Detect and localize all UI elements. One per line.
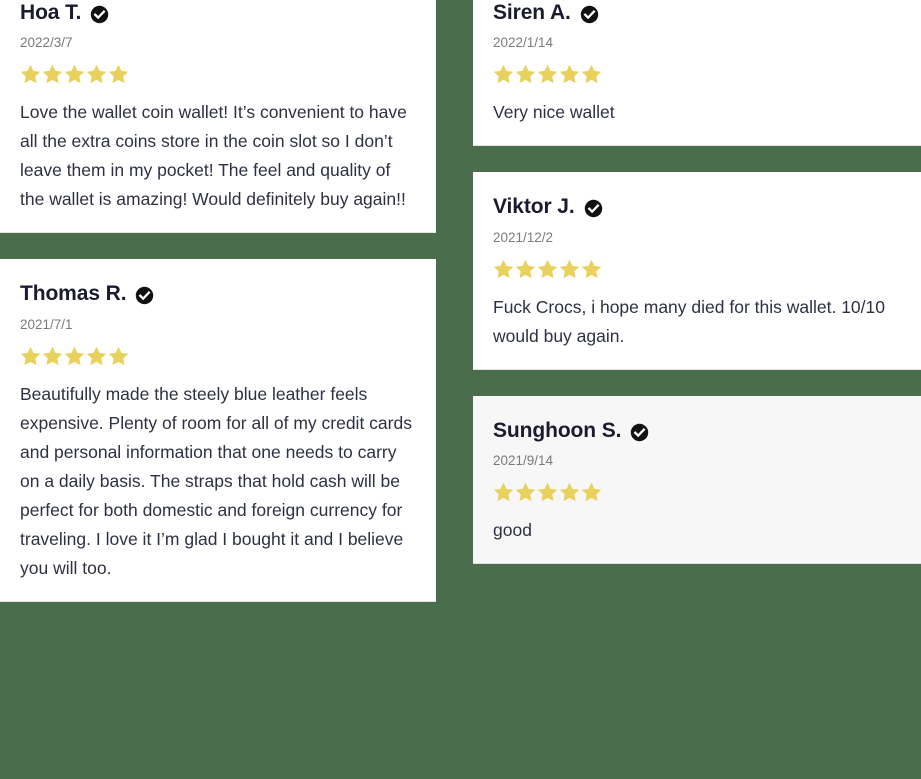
- star-rating: [20, 346, 416, 366]
- reviewer-name: Sunghoon S.: [493, 418, 622, 442]
- star-icon: [537, 259, 558, 279]
- reviewer-header: Sunghoon S.: [493, 418, 901, 444]
- star-icon: [493, 64, 514, 84]
- star-icon: [86, 64, 107, 84]
- star-rating: [493, 482, 901, 502]
- review-text: Beautifully made the steely blue leather…: [20, 383, 412, 578]
- review-date: 2021/7/1: [20, 316, 73, 332]
- star-icon: [559, 482, 580, 502]
- star-icon: [559, 259, 580, 279]
- reviewer-name: Siren A.: [493, 1, 571, 24]
- card-divider: [473, 145, 921, 147]
- review-text: good: [493, 520, 532, 541]
- card-divider: [0, 232, 436, 234]
- verified-check-icon: [584, 199, 603, 218]
- review-date: 2021/9/14: [493, 453, 554, 469]
- star-rating: [493, 64, 901, 84]
- reviews-board: Hoa T. 2022/3/7 Love the wallet coin walle…: [0, 0, 921, 779]
- reviewer-header: Siren A.: [493, 0, 901, 26]
- reviews-column-left: Hoa T. 2022/3/7 Love the wallet coin walle…: [0, 0, 436, 602]
- review-card: Sunghoon S. 2021/9/14 good: [473, 395, 921, 565]
- reviewer-name: Viktor J.: [493, 195, 575, 219]
- star-icon: [537, 64, 558, 84]
- star-icon: [42, 64, 63, 84]
- reviewer-header: Thomas R.: [20, 281, 416, 307]
- star-icon: [108, 346, 129, 366]
- reviewer-header: Viktor J.: [493, 194, 901, 220]
- review-card: Siren A. 2022/1/14 Very nice wallet: [473, 0, 921, 147]
- star-icon: [581, 259, 602, 279]
- star-icon: [581, 482, 602, 502]
- star-icon: [515, 482, 536, 502]
- reviewer-name: Thomas R.: [20, 282, 127, 306]
- card-divider: [473, 368, 921, 370]
- verified-check-icon: [630, 423, 649, 442]
- review-text: Fuck Crocs, i hope many died for this wa…: [493, 296, 885, 346]
- card-divider: [0, 600, 436, 602]
- review-text: Very nice wallet: [493, 102, 615, 123]
- star-icon: [537, 482, 558, 502]
- star-icon: [86, 346, 107, 366]
- star-icon: [64, 346, 85, 366]
- review-date: 2021/12/2: [493, 229, 554, 245]
- star-icon: [20, 64, 41, 84]
- review-date: 2022/3/7: [20, 35, 73, 51]
- review-date: 2022/1/14: [493, 35, 554, 51]
- star-icon: [20, 346, 41, 366]
- review-card: Thomas R. 2021/7/1 Beautifully made the st…: [0, 259, 436, 602]
- star-icon: [515, 64, 536, 84]
- review-text: Love the wallet coin wallet! It’s conven…: [20, 102, 407, 210]
- star-icon: [559, 64, 580, 84]
- card-divider: [473, 563, 921, 565]
- reviewer-name: Hoa T.: [20, 1, 82, 24]
- verified-check-icon: [135, 286, 154, 305]
- reviews-column-right: Siren A. 2022/1/14 Very nice wallet Viktor …: [473, 0, 921, 565]
- review-card: Hoa T. 2022/3/7 Love the wallet coin walle…: [0, 0, 436, 234]
- reviewer-header: Hoa T.: [20, 0, 416, 26]
- review-card: Viktor J. 2021/12/2 Fuck Crocs, i hope man…: [473, 172, 921, 370]
- star-icon: [493, 482, 514, 502]
- verified-check-icon: [580, 5, 599, 24]
- star-icon: [42, 346, 63, 366]
- star-rating: [20, 64, 416, 84]
- star-icon: [108, 64, 129, 84]
- star-icon: [64, 64, 85, 84]
- star-icon: [493, 259, 514, 279]
- verified-check-icon: [90, 5, 109, 24]
- star-icon: [515, 259, 536, 279]
- star-icon: [581, 64, 602, 84]
- star-rating: [493, 259, 901, 279]
